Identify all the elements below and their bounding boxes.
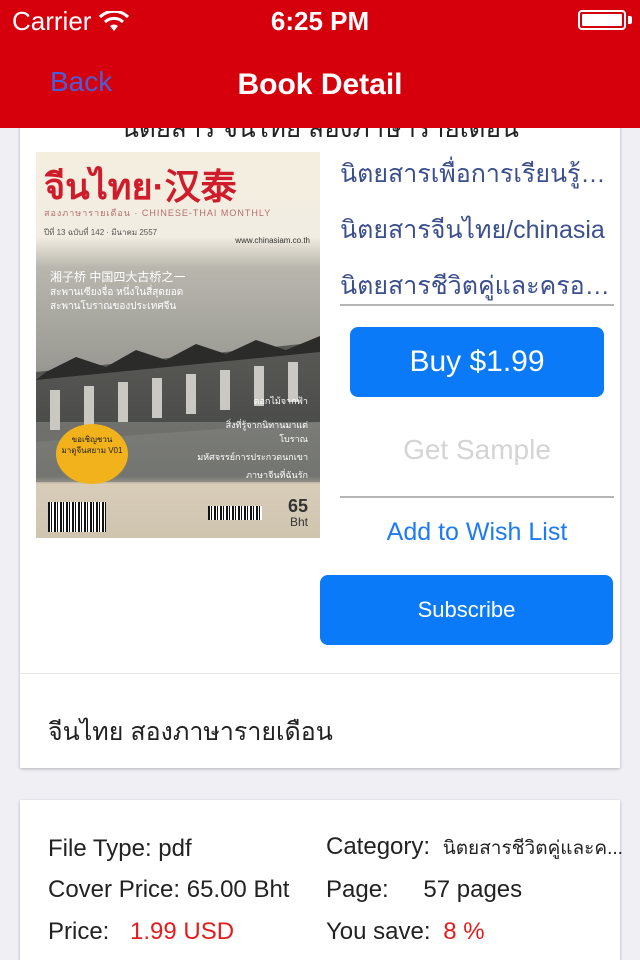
divider [340,496,614,498]
price-value: 1.99 USD [130,918,235,945]
book-details-card: File Type: pdf Cover Price: 65.00 Bht Pr… [20,800,623,960]
price-label: Price: [48,918,110,945]
header-bar: Carrier 6:25 PM Back Book Detail [0,0,640,128]
clock: 6:25 PM [270,6,370,36]
cover-badge: ขอเชิญชวน มาดูจีนสยาม V01 [56,424,128,484]
add-to-wishlist-link[interactable]: Add to Wish List [340,512,614,552]
cover-price-unit: Bht [289,515,308,529]
cover-side-4: ภาษาจีนที่ฉันรัก [246,470,308,480]
page-label: Page: [326,876,389,903]
cover-price-value: 65 [287,496,308,516]
file-type-value: pdf [158,835,192,862]
cover-subtitle: สองภาษารายเดือน · CHINESE-THAI MONTHLY [44,208,272,218]
barcode-small-icon [208,506,262,520]
battery-nub [628,16,632,24]
buy-button[interactable]: Buy $1.99 [350,327,604,397]
page-row: Page: 57 pages [326,876,522,904]
book-description: จีนไทย สองภาษารายเดือน [48,718,333,746]
category-links: นิตยสารเพื่อการเรียนรู้และการศึกษา นิตยส… [340,152,620,320]
cover-headline-cn: 湘子桥 中国四大古桥之一 [50,270,186,284]
cover-side-3: มหัศจรรย์การประกวดนกเขา [197,452,308,462]
cover-headline-th: สะพานเซียงจื่อ หนึ่งในสี่สุดยอด สะพานโบร… [50,287,184,312]
cover-issue: ปีที่ 13 ฉบับที่ 142 · มีนาคม 2557 [44,228,158,237]
file-type-label: File Type: [48,835,152,862]
cover-price: 65 Bht [287,496,308,530]
cover-website: www.chinasiam.co.th [235,236,310,245]
divider [340,304,614,306]
category-link-education[interactable]: นิตยสารเพื่อการเรียนรู้และการศึกษา [340,152,620,208]
file-type-row: File Type: pdf [48,835,192,863]
price-row: Price: 1.99 USD [48,918,234,946]
page-value: 57 pages [423,876,523,903]
cover-side-1: ดอกไม้จากฟ้า [253,396,308,406]
page-title: Book Detail [237,68,403,101]
you-save-row: You save: 8 % [326,918,485,946]
category-link-chinasia[interactable]: นิตยสารจีนไทย/chinasia [340,208,620,264]
book-card: นิตยสาร จีนไทย สองภาษารายเดือน จีนไทย·汉泰… [20,100,620,768]
subscribe-button[interactable]: Subscribe [320,575,613,645]
cover-price-label: Cover Price: [48,876,181,903]
cover-price-detail-value: 65.00 Bht [186,876,290,903]
category-row: Category: นิตยสารชีวิตคู่และค... [326,833,623,863]
you-save-value: 8 % [443,918,485,945]
divider [20,673,620,674]
category-link-family[interactable]: นิตยสารชีวิตคู่และครอบครัว [340,264,620,320]
category-label: Category: [326,833,431,860]
category-value: นิตยสารชีวิตคู่และค... [442,838,623,859]
cover-price-row: Cover Price: 65.00 Bht [48,876,289,904]
get-sample-button[interactable]: Get Sample [350,420,604,480]
you-save-label: You save: [326,918,431,945]
status-bar: Carrier 6:25 PM [0,0,640,40]
barcode-icon [48,502,106,532]
cover-side-2: สิ่งที่รู้จากนิทานมาแต่ โบราณ [225,420,308,444]
battery-icon [578,10,626,30]
book-cover-image: จีนไทย·汉泰 สองภาษารายเดือน · CHINESE-THAI… [36,152,320,538]
